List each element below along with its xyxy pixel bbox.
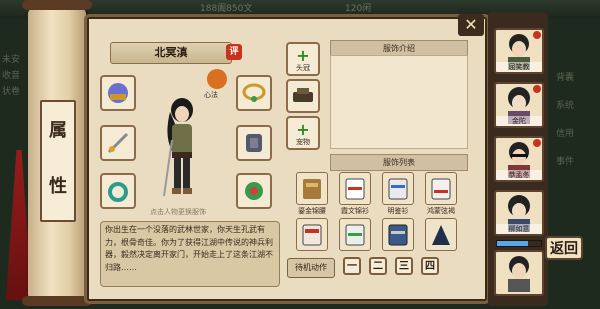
bg-menu-item: 信用 <box>556 129 575 139</box>
character-figure[interactable] <box>150 96 214 206</box>
party-member-portrait[interactable]: 屈笑教 <box>494 28 544 74</box>
ring-icon <box>108 182 128 202</box>
hp-fill <box>497 241 528 246</box>
costume-robe-icon <box>303 179 321 199</box>
member-status-icon <box>533 31 541 39</box>
costume-robe-icon <box>388 224 408 246</box>
resource-text: 120闲 <box>345 4 372 14</box>
bg-menu-item: 事件 <box>556 157 575 167</box>
costume-intro-area <box>330 55 468 149</box>
costume-label: 明鉴衫 <box>387 207 409 215</box>
crown-label: 头冠 <box>296 64 310 72</box>
costume-robe-icon <box>388 178 408 200</box>
costume-robe-icon <box>345 224 365 246</box>
costume-robe-icon <box>345 178 365 200</box>
equip-slot-armor[interactable] <box>236 125 272 161</box>
back-button[interactable]: 返回 <box>545 236 583 260</box>
costume-item[interactable] <box>339 172 371 205</box>
party-member-portrait[interactable] <box>494 250 544 296</box>
costume-item[interactable] <box>296 172 328 205</box>
costume-robe-icon <box>431 178 451 200</box>
party-member-name: 金陀 <box>496 116 542 126</box>
crown-add-button[interactable]: + 头冠 <box>286 42 320 76</box>
hat-icon <box>293 88 313 102</box>
armor-icon <box>246 134 262 152</box>
equip-slot-necklace[interactable] <box>236 75 272 111</box>
costume-item[interactable] <box>382 218 414 251</box>
bg-menu-item: 系统 <box>556 101 575 111</box>
close-icon: ✕ <box>464 15 478 34</box>
member-hp-bar <box>496 240 542 247</box>
party-member-portrait[interactable]: 恭孟冬 <box>494 136 544 182</box>
page-button-3[interactable]: 三 <box>395 257 413 275</box>
costume-list-title: 服饰列表 <box>330 154 468 171</box>
costume-robe-icon <box>302 224 322 246</box>
party-member-name: 屈笑教 <box>496 62 542 72</box>
member-status-icon <box>533 139 541 147</box>
bg-menu-item: 背囊 <box>556 73 575 83</box>
bg-menu-item: 未安 <box>2 55 21 65</box>
equip-slot-bracelet[interactable] <box>236 173 272 209</box>
scroll-rod-top <box>22 0 92 10</box>
costume-item[interactable] <box>425 172 457 205</box>
change-costume-hint: 点击人物更换服饰 <box>150 208 206 216</box>
party-member-name: 恭孟冬 <box>496 170 542 180</box>
equip-slot-helmet[interactable] <box>100 75 136 111</box>
costume-item[interactable] <box>425 218 457 251</box>
costume-item[interactable] <box>339 218 371 251</box>
costume-label: 霞文锦衫 <box>341 207 369 215</box>
crown-equipped-slot[interactable] <box>286 79 320 113</box>
skill-orb-icon[interactable] <box>207 69 227 89</box>
pet-add-button[interactable]: + 宠物 <box>286 116 320 150</box>
bg-menu-item: 收音 <box>2 71 21 81</box>
character-intro-text: 你出生在一个没落的武林世家，你天生孔武有力，根骨奇佳。你为了获得江湖中传说的神兵… <box>105 225 273 272</box>
member-status-icon <box>533 85 541 93</box>
eval-badge[interactable]: 评 <box>226 44 242 60</box>
equip-slot-weapon[interactable] <box>100 125 136 161</box>
costume-robe-icon <box>432 225 450 245</box>
helmet-icon <box>108 83 128 103</box>
idle-action-button[interactable]: 待机动作 <box>287 258 335 278</box>
attribute-tab[interactable]: 属 性 <box>40 100 76 222</box>
party-member-portrait[interactable]: 柳如意 <box>494 190 544 236</box>
character-name: 北冥滇 <box>154 46 188 59</box>
sword-icon <box>107 132 129 154</box>
character-name-banner: 北冥滇 <box>110 42 232 64</box>
page-button-4[interactable]: 四 <box>421 257 439 275</box>
party-member-name: 柳如意 <box>496 224 542 234</box>
tab-char-1: 属 <box>49 120 67 141</box>
bracelet-icon <box>245 182 263 200</box>
tab-char-2: 性 <box>49 176 67 197</box>
avatar <box>508 256 530 293</box>
costume-label: 鎏金锦腰 <box>298 207 326 215</box>
equip-slot-ring[interactable] <box>100 173 136 209</box>
currency-text: 188阖850文 <box>200 4 253 14</box>
costume-label: 鸿蒙弦褐 <box>427 207 455 215</box>
party-member-portrait[interactable]: 金陀 <box>494 82 544 128</box>
costume-item[interactable] <box>382 172 414 205</box>
page-button-2[interactable]: 二 <box>369 257 387 275</box>
scroll-rod-bottom <box>22 296 92 306</box>
character-intro-box: 你出生在一个没落的武林世家，你天生孔武有力，根骨奇佳。你为了获得江湖中传说的神兵… <box>100 221 280 287</box>
close-button[interactable]: ✕ <box>458 14 484 36</box>
necklace-icon <box>242 83 266 102</box>
costume-item[interactable] <box>296 218 328 251</box>
bg-menu-item: 状卷 <box>2 87 21 97</box>
pet-label: 宠物 <box>296 138 310 146</box>
page-button-1[interactable]: 一 <box>343 257 361 275</box>
